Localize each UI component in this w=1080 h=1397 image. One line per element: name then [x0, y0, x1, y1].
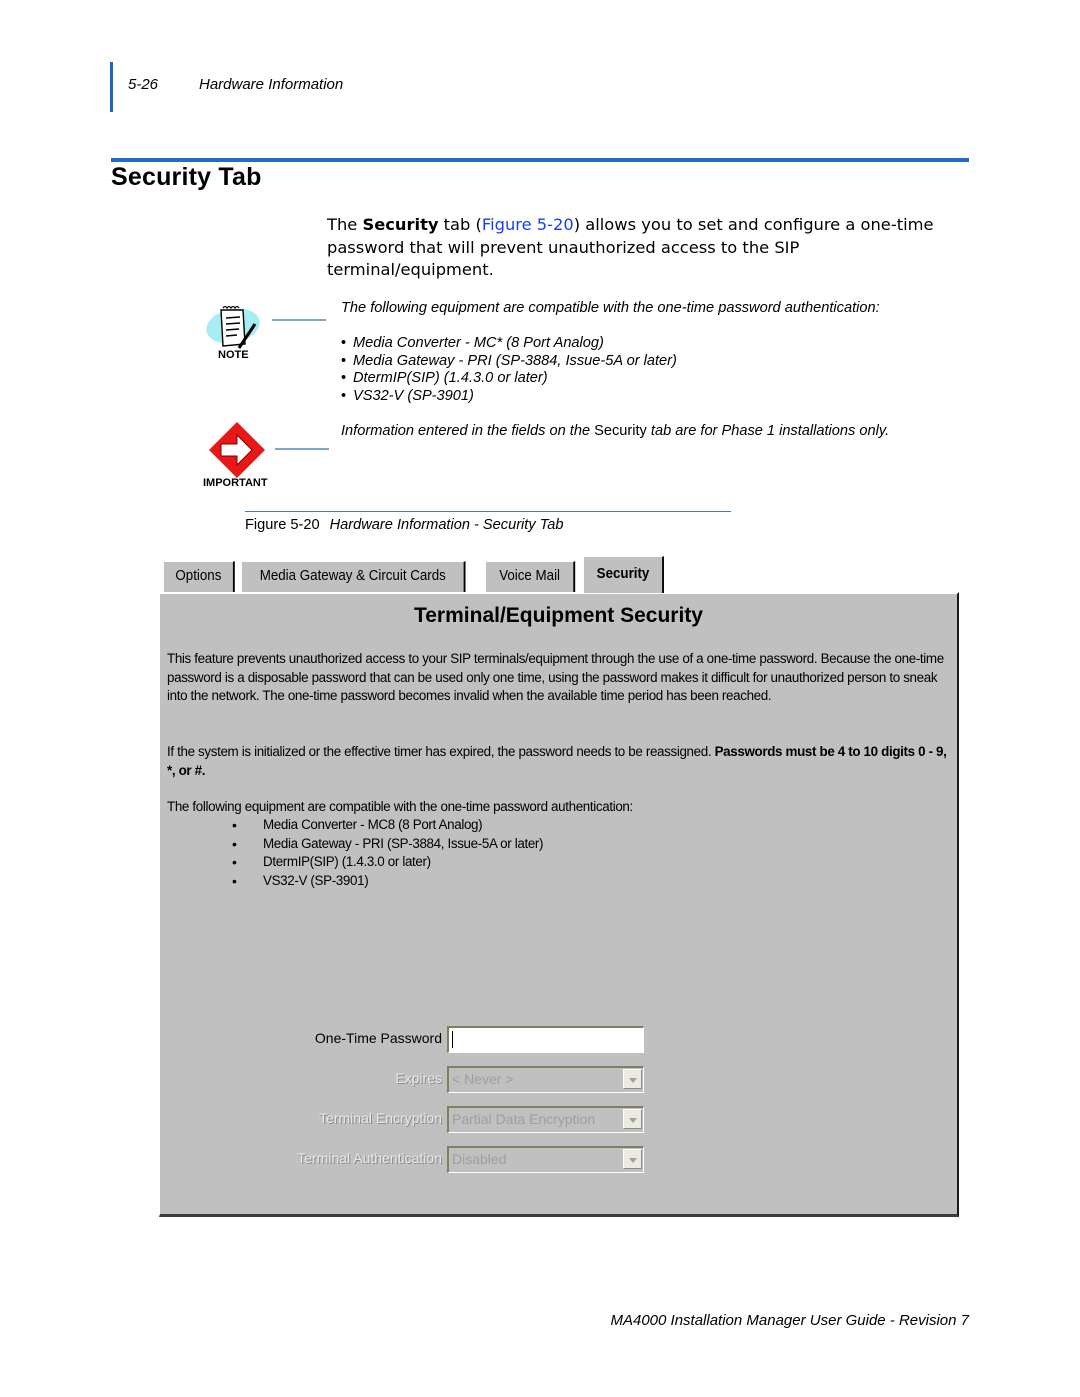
running-header-section: Hardware Information: [199, 76, 344, 93]
terminal-encryption-label: Terminal Encryption: [319, 1110, 442, 1126]
list-item: Media Converter - MC* (8 Port Analog): [341, 335, 677, 353]
important-label: IMPORTANT: [203, 477, 268, 489]
terminal-authentication-label: Terminal Authentication: [297, 1150, 442, 1166]
list-item: VS32-V (SP-3901): [341, 388, 677, 406]
text-caret: [452, 1031, 453, 1048]
chevron-down-icon[interactable]: [623, 1109, 642, 1129]
terminal-authentication-select[interactable]: Disabled: [447, 1146, 644, 1173]
page-number: 5-26: [128, 76, 159, 93]
figure-link[interactable]: Figure 5-20: [482, 215, 574, 234]
list-item: Media Gateway - PRI (SP-3884, Issue-5A o…: [341, 353, 677, 371]
compatible-equipment-heading: The following equipment are compatible w…: [167, 799, 633, 814]
tab-label: Security: [596, 566, 650, 582]
panel-title: Terminal/Equipment Security: [413, 604, 703, 627]
security-panel: Terminal/Equipment Security This feature…: [159, 592, 959, 1217]
tab-voice-mail[interactable]: Voice Mail: [485, 561, 576, 592]
list-item: Media Gateway - PRI (SP-3884, Issue-5A o…: [230, 835, 544, 854]
tab-label: Options: [175, 568, 222, 584]
note-rule: [272, 319, 326, 321]
figure-title: Hardware Information - Security Tab: [329, 517, 564, 533]
note-pad-icon: [203, 302, 263, 352]
section-title: Security Tab: [111, 163, 262, 191]
intro-text: tab (: [438, 215, 482, 234]
tab-security[interactable]: Security: [583, 556, 664, 593]
tab-label: Media Gateway & Circuit Cards: [259, 568, 446, 584]
list-item: DtermIP(SIP) (1.4.3.0 or later): [230, 853, 543, 872]
chevron-down-icon[interactable]: [623, 1069, 642, 1089]
header-accent-bar: [110, 62, 113, 112]
section-rule: [111, 158, 969, 162]
intro-bold-term: Security: [362, 215, 439, 234]
compatible-equipment-list: Media Converter - MC8 (8 Port Analog) Me…: [230, 816, 544, 891]
password-rules-text: If the system is initialized or the effe…: [167, 744, 715, 759]
important-text: Information entered in the fields on the…: [341, 422, 931, 440]
important-text-term: Security: [594, 423, 647, 439]
list-item: DtermIP(SIP) (1.4.3.0 or later): [341, 370, 677, 388]
one-time-password-label: One-Time Password: [314, 1030, 442, 1046]
tab-media-gateway-circuit-cards[interactable]: Media Gateway & Circuit Cards: [241, 561, 466, 592]
terminal-encryption-value: Partial Data Encryption: [452, 1111, 596, 1127]
terminal-authentication-value: Disabled: [452, 1151, 507, 1167]
tab-label: Voice Mail: [499, 568, 561, 584]
figure-rule: [245, 511, 731, 512]
list-item: VS32-V (SP-3901): [230, 872, 543, 891]
page-footer: MA4000 Installation Manager User Guide -…: [610, 1312, 969, 1329]
password-rules: If the system is initialized or the effe…: [167, 743, 957, 780]
note-label: NOTE: [218, 349, 249, 361]
important-rule: [275, 448, 329, 450]
note-text: The following equipment are compatible w…: [341, 300, 880, 316]
intro-text: The: [327, 215, 363, 234]
important-arrow-icon: [207, 420, 267, 480]
important-text-part: Information entered in the fields on the: [341, 423, 595, 439]
expires-select[interactable]: < Never >: [447, 1066, 644, 1093]
terminal-encryption-select[interactable]: Partial Data Encryption: [447, 1106, 644, 1133]
figure-number: Figure 5-20: [245, 517, 320, 533]
important-text-part: tab are for Phase 1 installations only.: [646, 423, 890, 439]
chevron-down-icon[interactable]: [623, 1149, 642, 1169]
one-time-password-input[interactable]: [447, 1026, 644, 1053]
note-equipment-list: Media Converter - MC* (8 Port Analog) Me…: [341, 335, 677, 405]
figure-caption: Figure 5-20 Hardware Information - Securi…: [245, 517, 564, 533]
expires-label: Expires: [395, 1070, 442, 1086]
intro-paragraph: The Security tab (Figure 5-20) allows yo…: [327, 214, 967, 282]
feature-description: This feature prevents unauthorized acces…: [167, 651, 944, 704]
expires-value: < Never >: [452, 1071, 514, 1087]
list-item: Media Converter - MC8 (8 Port Analog): [230, 816, 543, 835]
tab-options[interactable]: Options: [163, 561, 235, 592]
